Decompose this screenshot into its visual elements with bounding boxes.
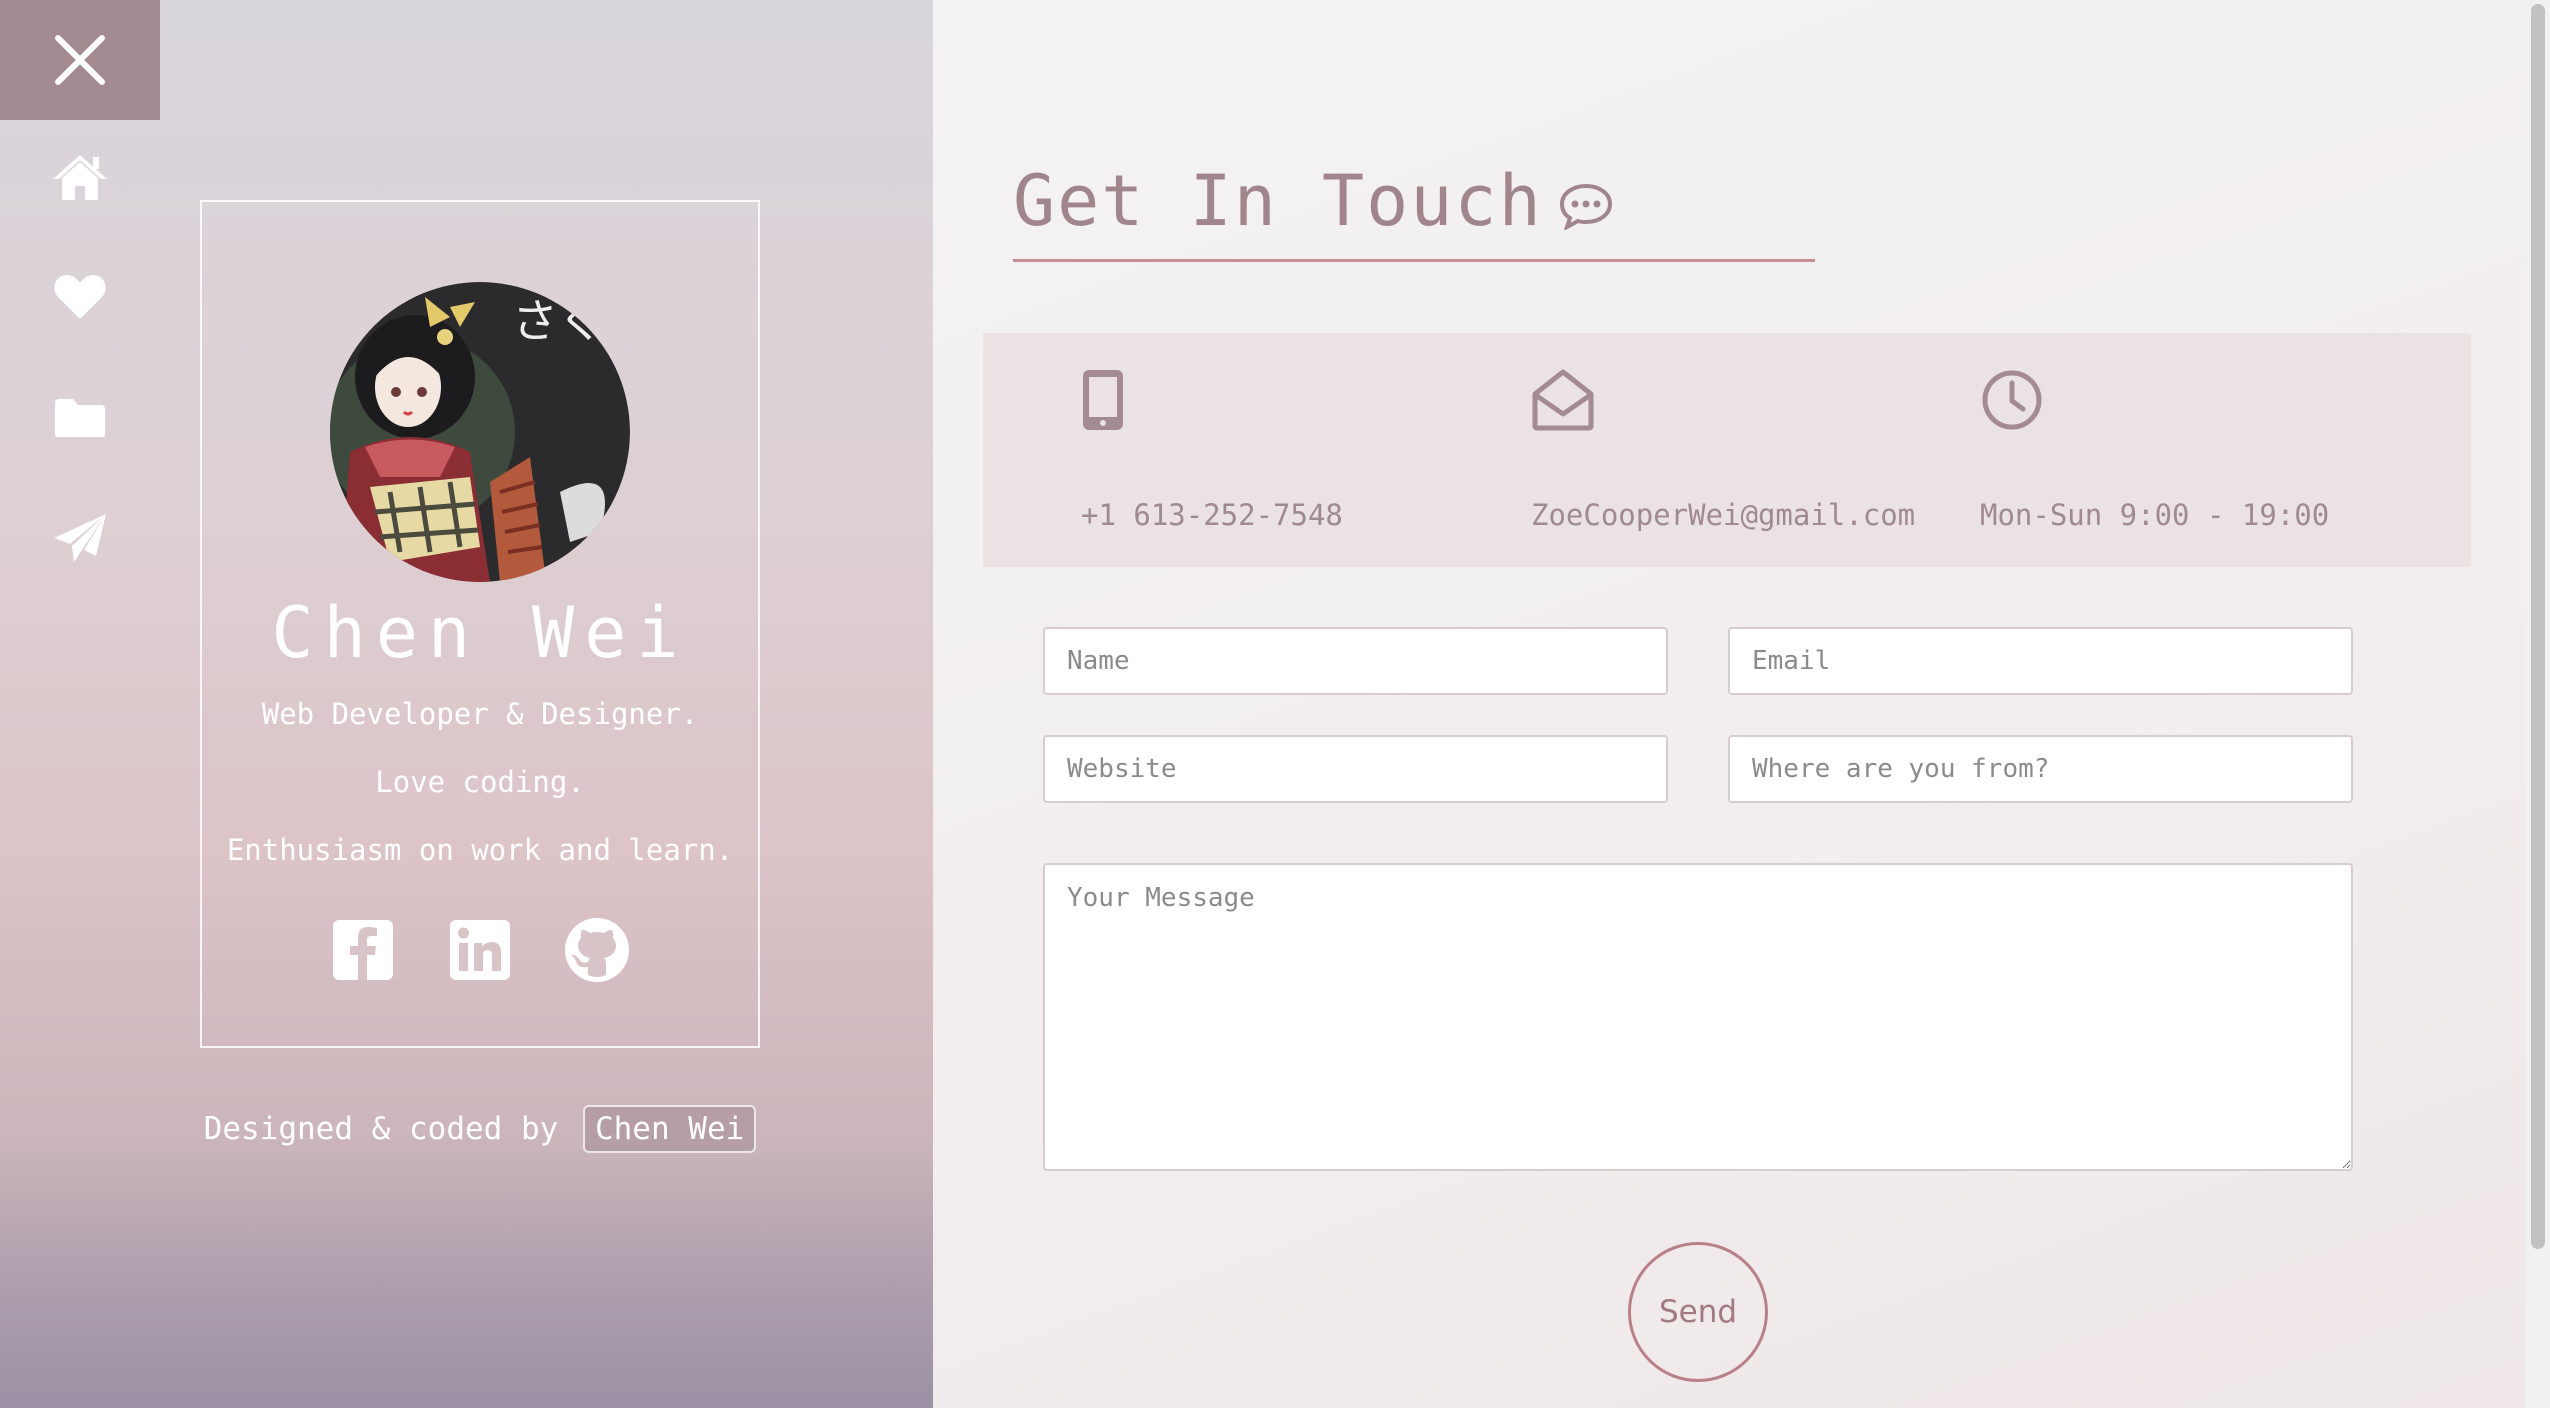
home-icon xyxy=(53,155,107,200)
envelope-open-icon xyxy=(1532,369,1594,431)
profile-tagline-2: Love coding. xyxy=(375,765,585,799)
profile-card: さくらん Chen Wei Web Developer & Designer. … xyxy=(200,200,760,1048)
email-field[interactable] xyxy=(1728,627,2353,695)
github-link[interactable] xyxy=(564,917,630,983)
left-panel: さくらん Chen Wei Web Developer & Designer. … xyxy=(0,0,933,1408)
profile-tagline-1: Web Developer & Designer. xyxy=(261,697,699,731)
credit-prefix: Designed & coded by xyxy=(203,1111,559,1147)
info-phone: +1 613-252-7548 xyxy=(1081,368,1343,532)
close-icon xyxy=(55,35,105,85)
page-scrollbar[interactable] xyxy=(2526,0,2550,1408)
contact-info-bar: +1 613-252-7548 ZoeCooperWei@gmail.com M… xyxy=(983,333,2471,567)
send-button[interactable]: Send xyxy=(1628,1242,1768,1382)
avatar: さくらん xyxy=(330,282,630,582)
github-icon xyxy=(565,918,629,982)
info-hours: Mon-Sun 9:00 - 19:00 xyxy=(1980,368,2329,532)
avatar-kana: さくらん xyxy=(512,294,630,348)
nav-home[interactable] xyxy=(50,147,110,207)
credit-author-link[interactable]: Chen Wei xyxy=(582,1105,757,1153)
page-title: Get In Touch xyxy=(1013,160,1543,242)
email-address: ZoeCooperWei@gmail.com xyxy=(1531,498,1916,532)
contact-section: Get In Touch +1 613-252-7548 ZoeCooperWe… xyxy=(933,0,2526,1408)
message-textarea[interactable] xyxy=(1043,863,2353,1171)
profile-tagline-3: Enthusiasm on work and learn. xyxy=(226,833,734,867)
linkedin-link[interactable] xyxy=(447,917,513,983)
footer-credit: Designed & coded by Chen Wei xyxy=(0,1105,933,1153)
chat-bubble-icon xyxy=(1559,183,1613,230)
profile-name: Chen Wei xyxy=(271,592,689,674)
close-menu-button[interactable] xyxy=(0,0,160,120)
nav-portfolio[interactable] xyxy=(50,388,110,448)
website-field[interactable] xyxy=(1043,735,1668,803)
info-email: ZoeCooperWei@gmail.com xyxy=(1531,368,1915,532)
nav-favorites[interactable] xyxy=(50,267,110,327)
nav-contact[interactable] xyxy=(50,508,110,568)
mobile-phone-icon xyxy=(1083,370,1123,430)
heart-icon xyxy=(54,275,106,319)
business-hours: Mon-Sun 9:00 - 19:00 xyxy=(1980,498,2330,532)
scrollbar-thumb[interactable] xyxy=(2531,4,2545,1249)
facebook-link[interactable] xyxy=(330,917,396,983)
linkedin-icon xyxy=(450,920,510,980)
contact-header: Get In Touch xyxy=(1013,160,1815,262)
folder-icon xyxy=(55,399,105,437)
phone-number: +1 613-252-7548 xyxy=(1081,498,1343,532)
facebook-icon xyxy=(333,920,393,980)
clock-icon xyxy=(1982,370,2042,430)
name-field[interactable] xyxy=(1043,627,1668,695)
location-field[interactable] xyxy=(1728,735,2353,803)
paper-plane-icon xyxy=(54,514,106,562)
